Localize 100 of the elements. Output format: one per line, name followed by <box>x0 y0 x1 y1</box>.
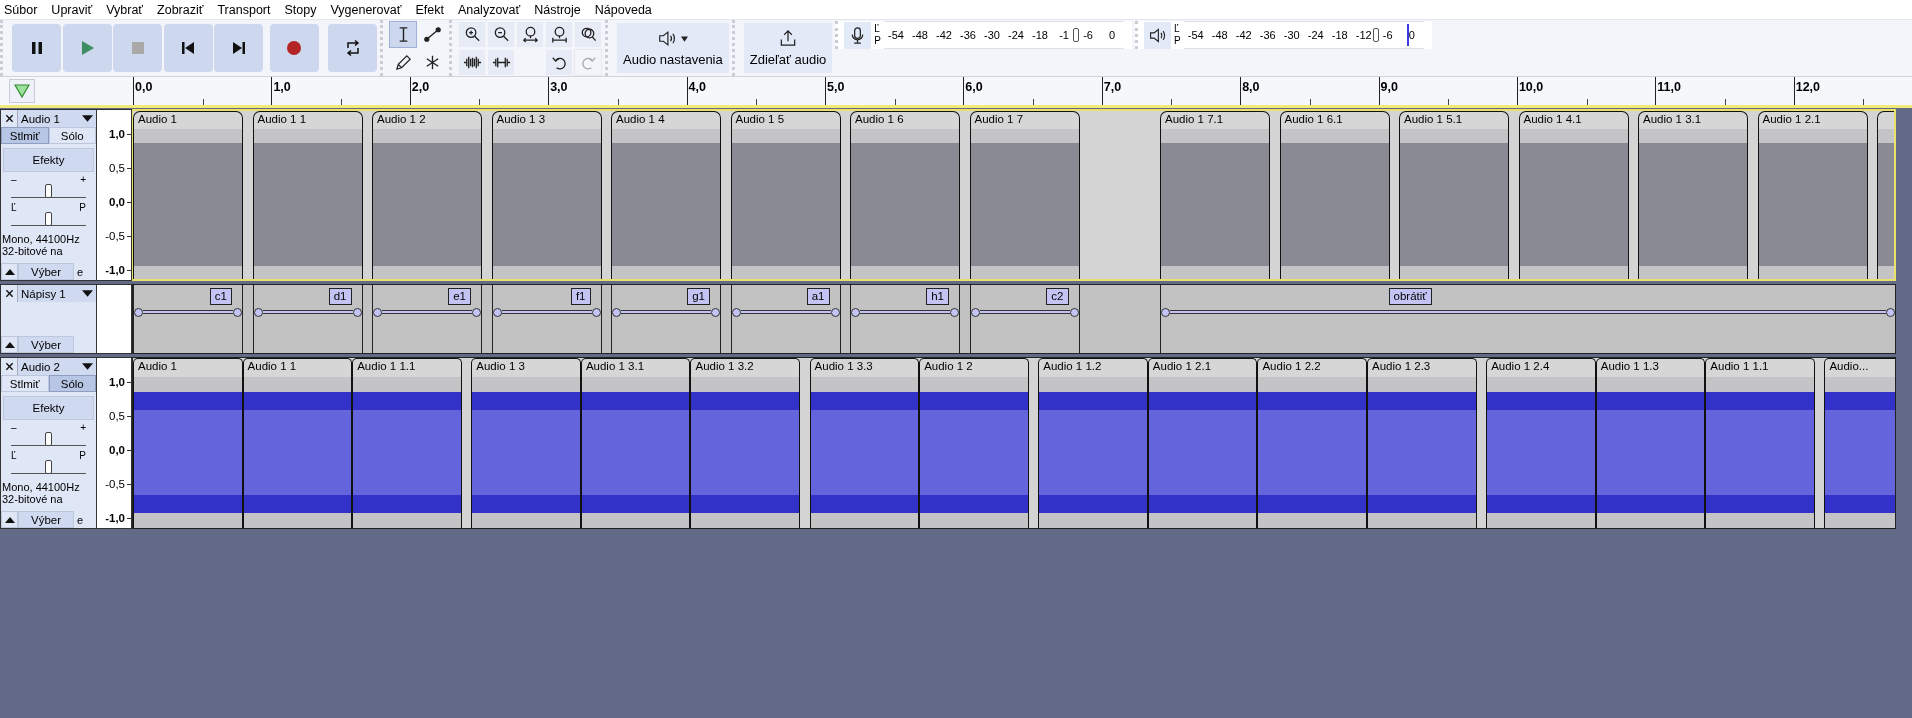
audio-clip[interactable]: Audio 1 2.1 <box>1147 358 1258 528</box>
fit-selection-button[interactable] <box>516 20 544 48</box>
menu-item[interactable]: Analyzovať <box>457 2 521 17</box>
menu-item[interactable]: Zobraziť <box>157 2 204 17</box>
label-text[interactable]: c2 <box>1046 288 1069 305</box>
label-span[interactable] <box>373 307 481 317</box>
audio-clip[interactable]: Audio 1 1.2 <box>1038 358 1148 528</box>
track-area[interactable]: Audio 1 Audio 1 1 Audio 1 1.1 Audio 1 3 Audio 1 3.1 Audio 1 3.2 Audio 1 3.3 Audio 1 2 Audio 1 1.2 Audio 1 2.1 Audio 1 2.2 Audio 1 2.3 Audio 1 2.4 Audio 1 1.3 Audio 1 1.1 Audio... <box>132 357 1896 529</box>
solo-button[interactable]: Sólo <box>48 375 96 392</box>
menu-item[interactable]: Efekt <box>415 2 444 17</box>
audio-clip[interactable]: Audio 1 7 <box>969 111 1080 279</box>
pause-button[interactable] <box>12 24 61 72</box>
trim-button[interactable] <box>458 48 486 76</box>
audio-clip[interactable]: Audio 1 3.3 <box>809 358 920 528</box>
record-meter-button[interactable] <box>844 21 872 49</box>
audio-clip[interactable]: Audio 1 4.1 <box>1518 111 1629 279</box>
select-button[interactable]: Výber <box>18 263 74 280</box>
audio-clip[interactable]: Audio 1 5 <box>730 111 841 279</box>
meter-slider-thumb[interactable] <box>1372 28 1379 42</box>
audio-clip[interactable]: Audio 1 2 <box>919 358 1029 528</box>
track-menu-button[interactable]: Audio 2 <box>18 358 96 375</box>
audio-clip[interactable]: Audio 1 6 <box>850 111 960 279</box>
audio-clip[interactable]: Audio 1 1.3 <box>1595 358 1706 528</box>
gain-slider[interactable] <box>11 185 86 198</box>
collapse-button[interactable] <box>1 511 18 528</box>
menu-item[interactable]: Nástroje <box>534 2 581 17</box>
effects-button[interactable]: Efekty <box>3 396 94 420</box>
audio-clip[interactable]: Audio 1 1.1 <box>1705 358 1815 528</box>
skip-start-button[interactable] <box>163 24 213 72</box>
label-span[interactable] <box>731 307 840 317</box>
audio-clip[interactable]: Audio 1 1 <box>242 358 353 528</box>
label-text[interactable]: c1 <box>209 288 232 305</box>
solo-button[interactable]: Sólo <box>48 127 96 144</box>
skip-end-button[interactable] <box>214 24 263 72</box>
menu-item[interactable]: Stopy <box>284 2 317 17</box>
record-button[interactable] <box>269 24 319 72</box>
select-button[interactable]: Výber <box>18 511 74 528</box>
audio-clip[interactable]: Audio 1 2.2 <box>1257 358 1368 528</box>
pan-slider[interactable] <box>11 461 86 474</box>
audio-clip[interactable]: Audio 1 <box>133 358 243 528</box>
audio-clip[interactable]: Audio 1 7.1 <box>1160 111 1270 279</box>
audio-clip[interactable]: Audio 1 1 <box>252 111 363 279</box>
playback-meter-button[interactable] <box>1144 21 1172 49</box>
menu-item[interactable]: Vygenerovať <box>330 2 402 17</box>
audio-clip[interactable]: Audio 1 3 <box>471 358 581 528</box>
audio-setup-button[interactable]: Audio nastavenia <box>617 23 729 73</box>
menu-item[interactable]: Súbor <box>4 2 38 17</box>
select-button[interactable]: Výber <box>18 336 74 353</box>
collapse-button[interactable] <box>1 263 18 280</box>
audio-clip[interactable]: Audio 1 4 <box>611 111 721 279</box>
audio-clip[interactable]: Audio 1 5.1 <box>1399 111 1509 279</box>
pan-slider[interactable] <box>11 213 86 226</box>
fit-project-button[interactable] <box>545 20 573 48</box>
mute-button[interactable]: Stlmiť <box>1 127 49 144</box>
label-span[interactable] <box>970 307 1079 317</box>
menu-item[interactable]: Nápoveda <box>594 2 652 17</box>
mute-button[interactable]: Stlmiť <box>1 375 49 392</box>
audio-clip[interactable]: Audio 1 3.1 <box>1638 111 1748 279</box>
play-button[interactable] <box>62 24 112 72</box>
silence-button[interactable] <box>487 48 515 76</box>
label-span[interactable] <box>1161 307 1895 317</box>
meter-slider-thumb[interactable] <box>1073 28 1080 42</box>
menu-item[interactable]: Vybrať <box>106 2 144 17</box>
audio-clip[interactable]: Audio 1 <box>133 111 243 279</box>
slider-thumb[interactable] <box>45 184 52 198</box>
audio-clip[interactable]: Audio 1 6.1 <box>1279 111 1390 279</box>
label-text[interactable]: e1 <box>448 288 471 305</box>
track-area[interactable]: Audio 1 Audio 1 1 Audio 1 2 Audio 1 3 Audio 1 4 Audio 1 5 Audio 1 6 Audio 1 7 Audio 1 7.1 Audio 1 6.1 Audio 1 5.1 Audio 1 4.1 Audio 1 3.1 Audio 1 2.1 <box>132 109 1896 281</box>
label-text[interactable]: g1 <box>687 288 710 305</box>
label-span[interactable] <box>134 307 242 317</box>
label-text[interactable]: h1 <box>926 288 949 305</box>
gain-slider[interactable] <box>11 433 86 446</box>
track-area[interactable]: c1 d1 e1 f1 g1 a1 h1 c2 obrátiť <box>132 284 1896 354</box>
audio-clip[interactable]: Audio 1 2.1 <box>1757 111 1868 279</box>
track-menu-button[interactable]: Nápisy 1 <box>18 285 96 302</box>
audio-clip[interactable]: Audio... <box>1824 358 1895 528</box>
audio-clip[interactable]: Audio 1 3.1 <box>580 358 691 528</box>
slider-thumb[interactable] <box>45 460 52 474</box>
slider-thumb[interactable] <box>45 212 52 226</box>
collapse-button[interactable] <box>1 336 18 353</box>
audio-clip[interactable]: Audio 1 1.1 <box>352 358 462 528</box>
label-span[interactable] <box>851 307 959 317</box>
label-text[interactable]: a1 <box>806 288 830 305</box>
label-span[interactable] <box>612 307 720 317</box>
zoom-toggle-button[interactable] <box>574 20 602 48</box>
label-span[interactable] <box>492 307 601 317</box>
label-text[interactable]: obrátiť <box>1388 288 1432 305</box>
loop-button[interactable] <box>328 24 377 72</box>
playhead-button[interactable] <box>9 79 35 103</box>
label-text[interactable]: f1 <box>570 288 591 305</box>
menu-item[interactable]: Transport <box>217 2 271 17</box>
menu-item[interactable]: Upraviť <box>51 2 93 17</box>
label-span[interactable] <box>253 307 362 317</box>
share-audio-button[interactable]: Zdieľať audio <box>743 23 833 73</box>
zoom-in-button[interactable] <box>458 20 486 48</box>
slider-thumb[interactable] <box>45 432 52 446</box>
effects-button[interactable]: Efekty <box>3 148 94 172</box>
audio-clip[interactable]: Audio 1 3.2 <box>690 358 801 528</box>
audio-clip[interactable]: Audio 1 2.3 <box>1367 358 1477 528</box>
track-menu-button[interactable]: Audio 1 <box>18 110 96 127</box>
